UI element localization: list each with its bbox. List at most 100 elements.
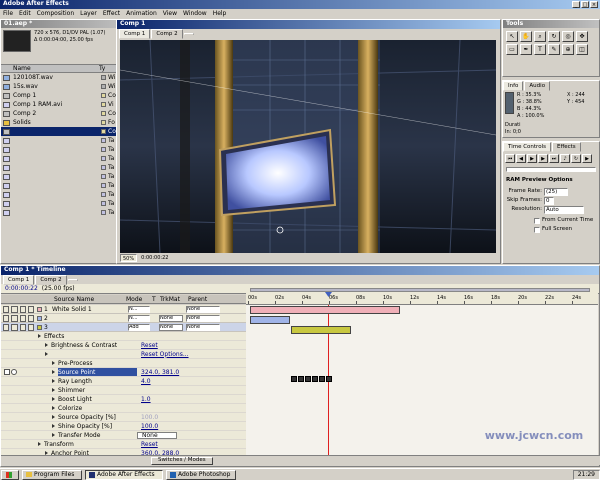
project-item[interactable]: Comp 1 Co (1, 91, 123, 100)
property-row[interactable]: Brightness & Contrast Reset (1, 341, 246, 350)
project-item[interactable]: Comp 2 Co (1, 109, 123, 118)
property-row[interactable]: Boost Light 1.0 (1, 395, 246, 404)
property-row[interactable]: Transform Reset (1, 440, 246, 449)
menu-animation[interactable]: Animation (126, 9, 157, 18)
zoom-tool-icon[interactable]: ⌕ (534, 31, 546, 42)
layer-parent-select[interactable]: None (186, 305, 220, 313)
frame-rate-select[interactable]: (25) (544, 187, 568, 196)
project-item[interactable]: Co (1, 127, 123, 136)
label-color-swatch[interactable] (101, 84, 106, 89)
property-row[interactable]: Shine Opacity [%] 100.0 (1, 422, 246, 431)
layer-mode-select[interactable]: N... (128, 305, 150, 313)
label-color-swatch[interactable] (101, 156, 106, 161)
project-item[interactable]: 120108T.wav Wi (1, 73, 123, 82)
col-source-name[interactable]: Source Name (46, 295, 126, 303)
pan-behind-tool-icon[interactable]: ✥ (576, 31, 588, 42)
menu-help[interactable]: Help (213, 9, 227, 18)
project-item[interactable]: Ta (1, 208, 123, 217)
lock-switch-icon[interactable] (27, 323, 34, 331)
property-row[interactable]: Source Opacity [%] 100.0 (1, 413, 246, 422)
brush-tool-icon[interactable]: ✎ (548, 44, 560, 55)
layer-row[interactable]: 2 N... None None (1, 314, 246, 323)
expand-triangle-icon[interactable] (52, 397, 55, 401)
audio-icon[interactable]: ♪ (560, 154, 570, 163)
maximize-icon[interactable]: □ (581, 1, 589, 8)
layer-parent-select[interactable]: None (186, 314, 220, 322)
property-row[interactable]: Colorize (1, 404, 246, 413)
comp-timecode[interactable]: 0:00:00:22 (141, 254, 168, 262)
project-item[interactable]: Ta (1, 154, 123, 163)
layer-trkmat-select[interactable]: None (159, 323, 183, 331)
project-item[interactable]: Ta (1, 145, 123, 154)
label-color-swatch[interactable] (101, 165, 106, 170)
property-row[interactable]: Reset Options... (1, 350, 246, 359)
expand-triangle-icon[interactable] (45, 352, 48, 356)
project-item[interactable]: Ta (1, 181, 123, 190)
layer-trkmat-select[interactable]: None (159, 314, 183, 322)
comp-tab-3[interactable] (183, 33, 194, 35)
col-parent[interactable]: Parent (188, 295, 218, 303)
from-current-checkbox[interactable] (534, 217, 540, 224)
expand-triangle-icon[interactable] (38, 442, 41, 446)
project-item[interactable]: Ta (1, 136, 123, 145)
full-screen-checkbox[interactable] (534, 226, 540, 233)
keyframe-icon[interactable] (305, 376, 311, 382)
play-icon[interactable]: ▶ (527, 154, 537, 163)
minimize-icon[interactable]: _ (572, 1, 580, 8)
taskbar-item-after-effects[interactable]: Adobe After Effects (85, 469, 163, 480)
timeline-tab-1[interactable]: Comp 1 (3, 275, 35, 285)
label-color-swatch[interactable] (101, 192, 106, 197)
expand-triangle-icon[interactable] (52, 433, 55, 437)
expand-triangle-icon[interactable] (52, 406, 55, 410)
menu-edit[interactable]: Edit (19, 9, 31, 18)
audio-tab[interactable]: Audio (524, 81, 551, 91)
col-trkmat[interactable]: TrkMat (160, 295, 188, 303)
keyframe-nav-icon[interactable] (4, 369, 10, 375)
layer-duration-bar[interactable] (250, 306, 400, 314)
property-value[interactable]: 4.0 (137, 377, 207, 385)
close-icon[interactable]: × (590, 1, 598, 8)
project-item[interactable]: Solids Fo (1, 118, 123, 127)
menu-layer[interactable]: Layer (80, 9, 97, 18)
expand-triangle-icon[interactable] (52, 379, 55, 383)
label-color-swatch[interactable] (101, 147, 106, 152)
info-tab[interactable]: Info (503, 81, 524, 91)
comp-viewer-image[interactable] (120, 40, 496, 253)
keyframe-icon[interactable] (291, 376, 297, 382)
expand-triangle-icon[interactable] (52, 388, 55, 392)
prev-frame-icon[interactable]: ◀ (516, 154, 526, 163)
work-area-bar[interactable] (250, 288, 590, 292)
expand-triangle-icon[interactable] (38, 334, 41, 338)
layer-row[interactable]: 3 Add None None (1, 323, 246, 332)
comp-tab-2[interactable]: Comp 2 (151, 29, 183, 39)
property-row[interactable]: Shimmer (1, 386, 246, 395)
expand-triangle-icon[interactable] (52, 415, 55, 419)
last-frame-icon[interactable]: ⏭ (549, 154, 559, 163)
taskbar-item-program-files[interactable]: Program Files (22, 469, 82, 480)
menu-window[interactable]: Window (183, 9, 207, 18)
solo-switch-icon[interactable] (19, 314, 26, 322)
keyframe-icon[interactable] (326, 376, 332, 382)
orbit-camera-tool-icon[interactable]: ◎ (562, 31, 574, 42)
pen-tool-icon[interactable]: ✒ (520, 44, 532, 55)
time-slider[interactable] (506, 167, 596, 172)
solo-switch-icon[interactable] (19, 323, 26, 331)
label-color-swatch[interactable] (101, 75, 106, 80)
eye-switch-icon[interactable] (3, 305, 10, 313)
solo-switch-icon[interactable] (19, 305, 26, 313)
project-item[interactable]: 15s.wav Wi (1, 82, 123, 91)
layer-row[interactable]: 1 White Solid 1 N... None (1, 305, 246, 314)
col-mode[interactable]: Mode (126, 295, 152, 303)
label-color-swatch[interactable] (101, 111, 106, 116)
label-color-swatch[interactable] (101, 183, 106, 188)
selection-tool-icon[interactable]: ↖ (506, 31, 518, 42)
label-color-swatch[interactable] (101, 210, 106, 215)
stopwatch-icon[interactable] (11, 369, 17, 375)
property-value[interactable]: Reset (137, 341, 207, 349)
mask-tool-icon[interactable]: ▭ (506, 44, 518, 55)
layer-mode-select[interactable]: Add (128, 323, 150, 331)
lock-switch-icon[interactable] (27, 314, 34, 322)
first-frame-icon[interactable]: ⏮ (505, 154, 515, 163)
hand-tool-icon[interactable]: ✋ (520, 31, 532, 42)
label-color-swatch[interactable] (101, 102, 106, 107)
